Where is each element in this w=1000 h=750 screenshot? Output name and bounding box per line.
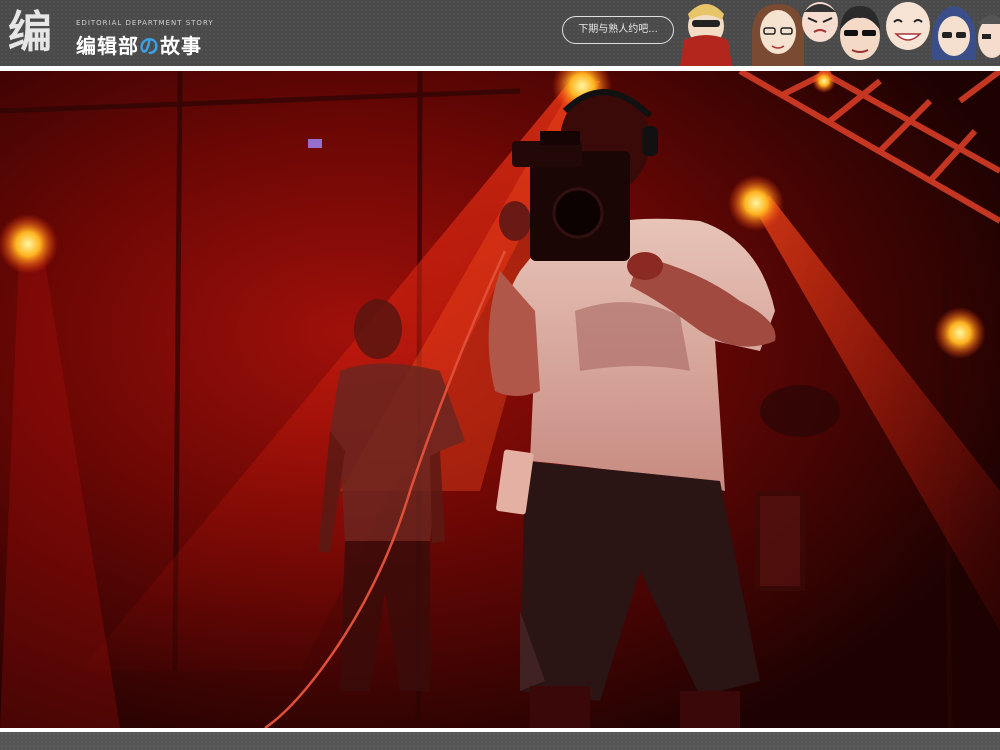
spotlight-right-upper bbox=[728, 175, 784, 231]
site-header-banner: 编 EDITORIAL DEPARTMENT STORY 编辑部の故事 下期与熟… bbox=[0, 0, 1000, 66]
logo-title-part2: 故事 bbox=[160, 34, 202, 58]
stage-small-light bbox=[308, 139, 322, 148]
stage-photo-illustration bbox=[0, 71, 1000, 728]
stage-photo bbox=[0, 71, 1000, 728]
character-face-5 bbox=[886, 2, 930, 50]
site-logo-title[interactable]: 编辑部の故事 bbox=[76, 30, 202, 59]
spotlight-left bbox=[0, 214, 58, 274]
site-logo-glyph[interactable]: 编 bbox=[8, 5, 68, 61]
spotlight-right-lower bbox=[934, 307, 986, 359]
character-face-7 bbox=[978, 15, 1000, 58]
cartoon-characters-illustration bbox=[680, 2, 1000, 66]
site-footer-bar bbox=[0, 732, 1000, 750]
character-face-2 bbox=[751, 4, 805, 66]
logo-title-part1: 编辑部 bbox=[76, 34, 139, 58]
character-face-6 bbox=[931, 6, 977, 60]
character-face-1 bbox=[680, 4, 732, 66]
character-face-4 bbox=[840, 6, 880, 60]
character-face-3 bbox=[802, 2, 838, 42]
speech-bubble: 下期与熟人约吧... bbox=[562, 16, 674, 44]
site-logo-subtitle: EDITORIAL DEPARTMENT STORY bbox=[76, 19, 214, 27]
logo-title-no: の bbox=[139, 34, 160, 58]
